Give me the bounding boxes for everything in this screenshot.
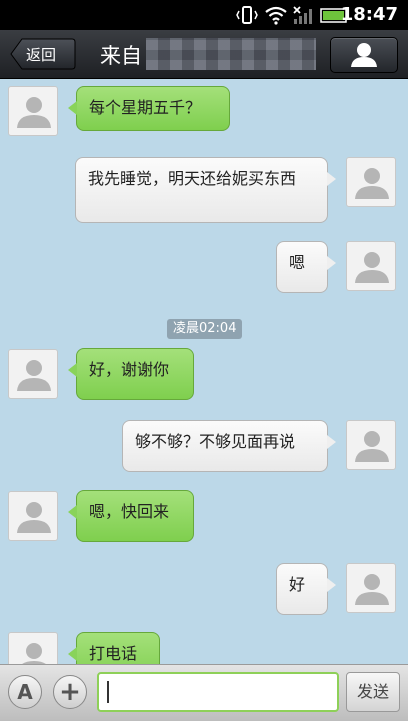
contact-avatar[interactable] <box>8 349 58 399</box>
default-avatar-icon <box>17 97 51 128</box>
message-bubble-outgoing[interactable]: 嗯 <box>276 241 336 293</box>
status-bar: 18:47 <box>0 0 408 30</box>
contact-avatar[interactable] <box>8 632 58 664</box>
message-text: 嗯 <box>289 253 306 272</box>
my-avatar[interactable] <box>346 420 396 470</box>
message-bubble-outgoing[interactable]: 够不够？不够见面再说 <box>122 420 336 472</box>
text-caret <box>107 681 109 703</box>
message-text: 嗯，快回来 <box>89 502 170 521</box>
message-input-bar: A + 发送 <box>0 664 408 721</box>
person-icon <box>351 43 377 67</box>
message-text: 打电话 <box>89 644 138 663</box>
message-text: 我先睡觉，明天还给妮买东西 <box>88 169 297 188</box>
contact-avatar[interactable] <box>8 491 58 541</box>
message-input[interactable] <box>97 672 339 712</box>
message-bubble-outgoing[interactable]: 我先睡觉，明天还给妮买东西 <box>75 157 336 223</box>
default-avatar-icon <box>355 574 389 605</box>
message-text: 够不够？不够见面再说 <box>135 432 296 451</box>
back-button[interactable]: 返回 <box>10 38 76 70</box>
plus-icon: + <box>59 677 81 707</box>
message-bubble-incoming[interactable]: 好，谢谢你 <box>68 348 194 400</box>
default-avatar-icon <box>17 360 51 391</box>
message-text: 好 <box>289 575 306 594</box>
default-avatar-icon <box>22 643 46 664</box>
send-button[interactable]: 发送 <box>346 672 400 712</box>
redacted-contact-name <box>146 38 316 70</box>
message-bubble-incoming[interactable]: 每个星期五千？ <box>68 86 230 131</box>
wifi-icon <box>265 6 287 25</box>
contact-avatar[interactable] <box>8 86 58 136</box>
page-title: 来自 <box>100 44 142 68</box>
message-bubble-outgoing[interactable]: 好 <box>276 563 336 615</box>
message-text: 每个星期五千？ <box>89 98 202 117</box>
add-attachment-button[interactable]: + <box>53 675 87 709</box>
message-text: 好，谢谢你 <box>89 360 170 379</box>
default-avatar-icon <box>17 502 51 533</box>
default-avatar-icon <box>355 252 389 283</box>
my-avatar[interactable] <box>346 157 396 207</box>
message-bubble-incoming[interactable]: 嗯，快回来 <box>68 490 194 542</box>
signal-off-icon <box>293 6 312 24</box>
vibrate-icon <box>236 6 258 24</box>
message-bubble-incoming[interactable]: 打电话 <box>68 632 160 664</box>
default-avatar-icon <box>355 431 389 462</box>
contact-profile-button[interactable] <box>330 37 398 73</box>
my-avatar[interactable] <box>346 563 396 613</box>
status-time: 18:47 <box>340 4 398 25</box>
message-timestamp: 凌晨02:04 <box>167 319 243 339</box>
font-style-button-label: A <box>17 680 33 704</box>
my-avatar[interactable] <box>346 241 396 291</box>
font-style-button[interactable]: A <box>8 675 42 709</box>
default-avatar-icon <box>355 168 389 199</box>
chat-area[interactable]: 每个星期五千？ 我先睡觉，明天还给妮买东西 嗯 凌晨02:04 好，谢谢你 够不… <box>0 79 408 664</box>
title-bar: 返回 来自 <box>0 30 408 79</box>
back-button-label: 返回 <box>26 46 57 64</box>
